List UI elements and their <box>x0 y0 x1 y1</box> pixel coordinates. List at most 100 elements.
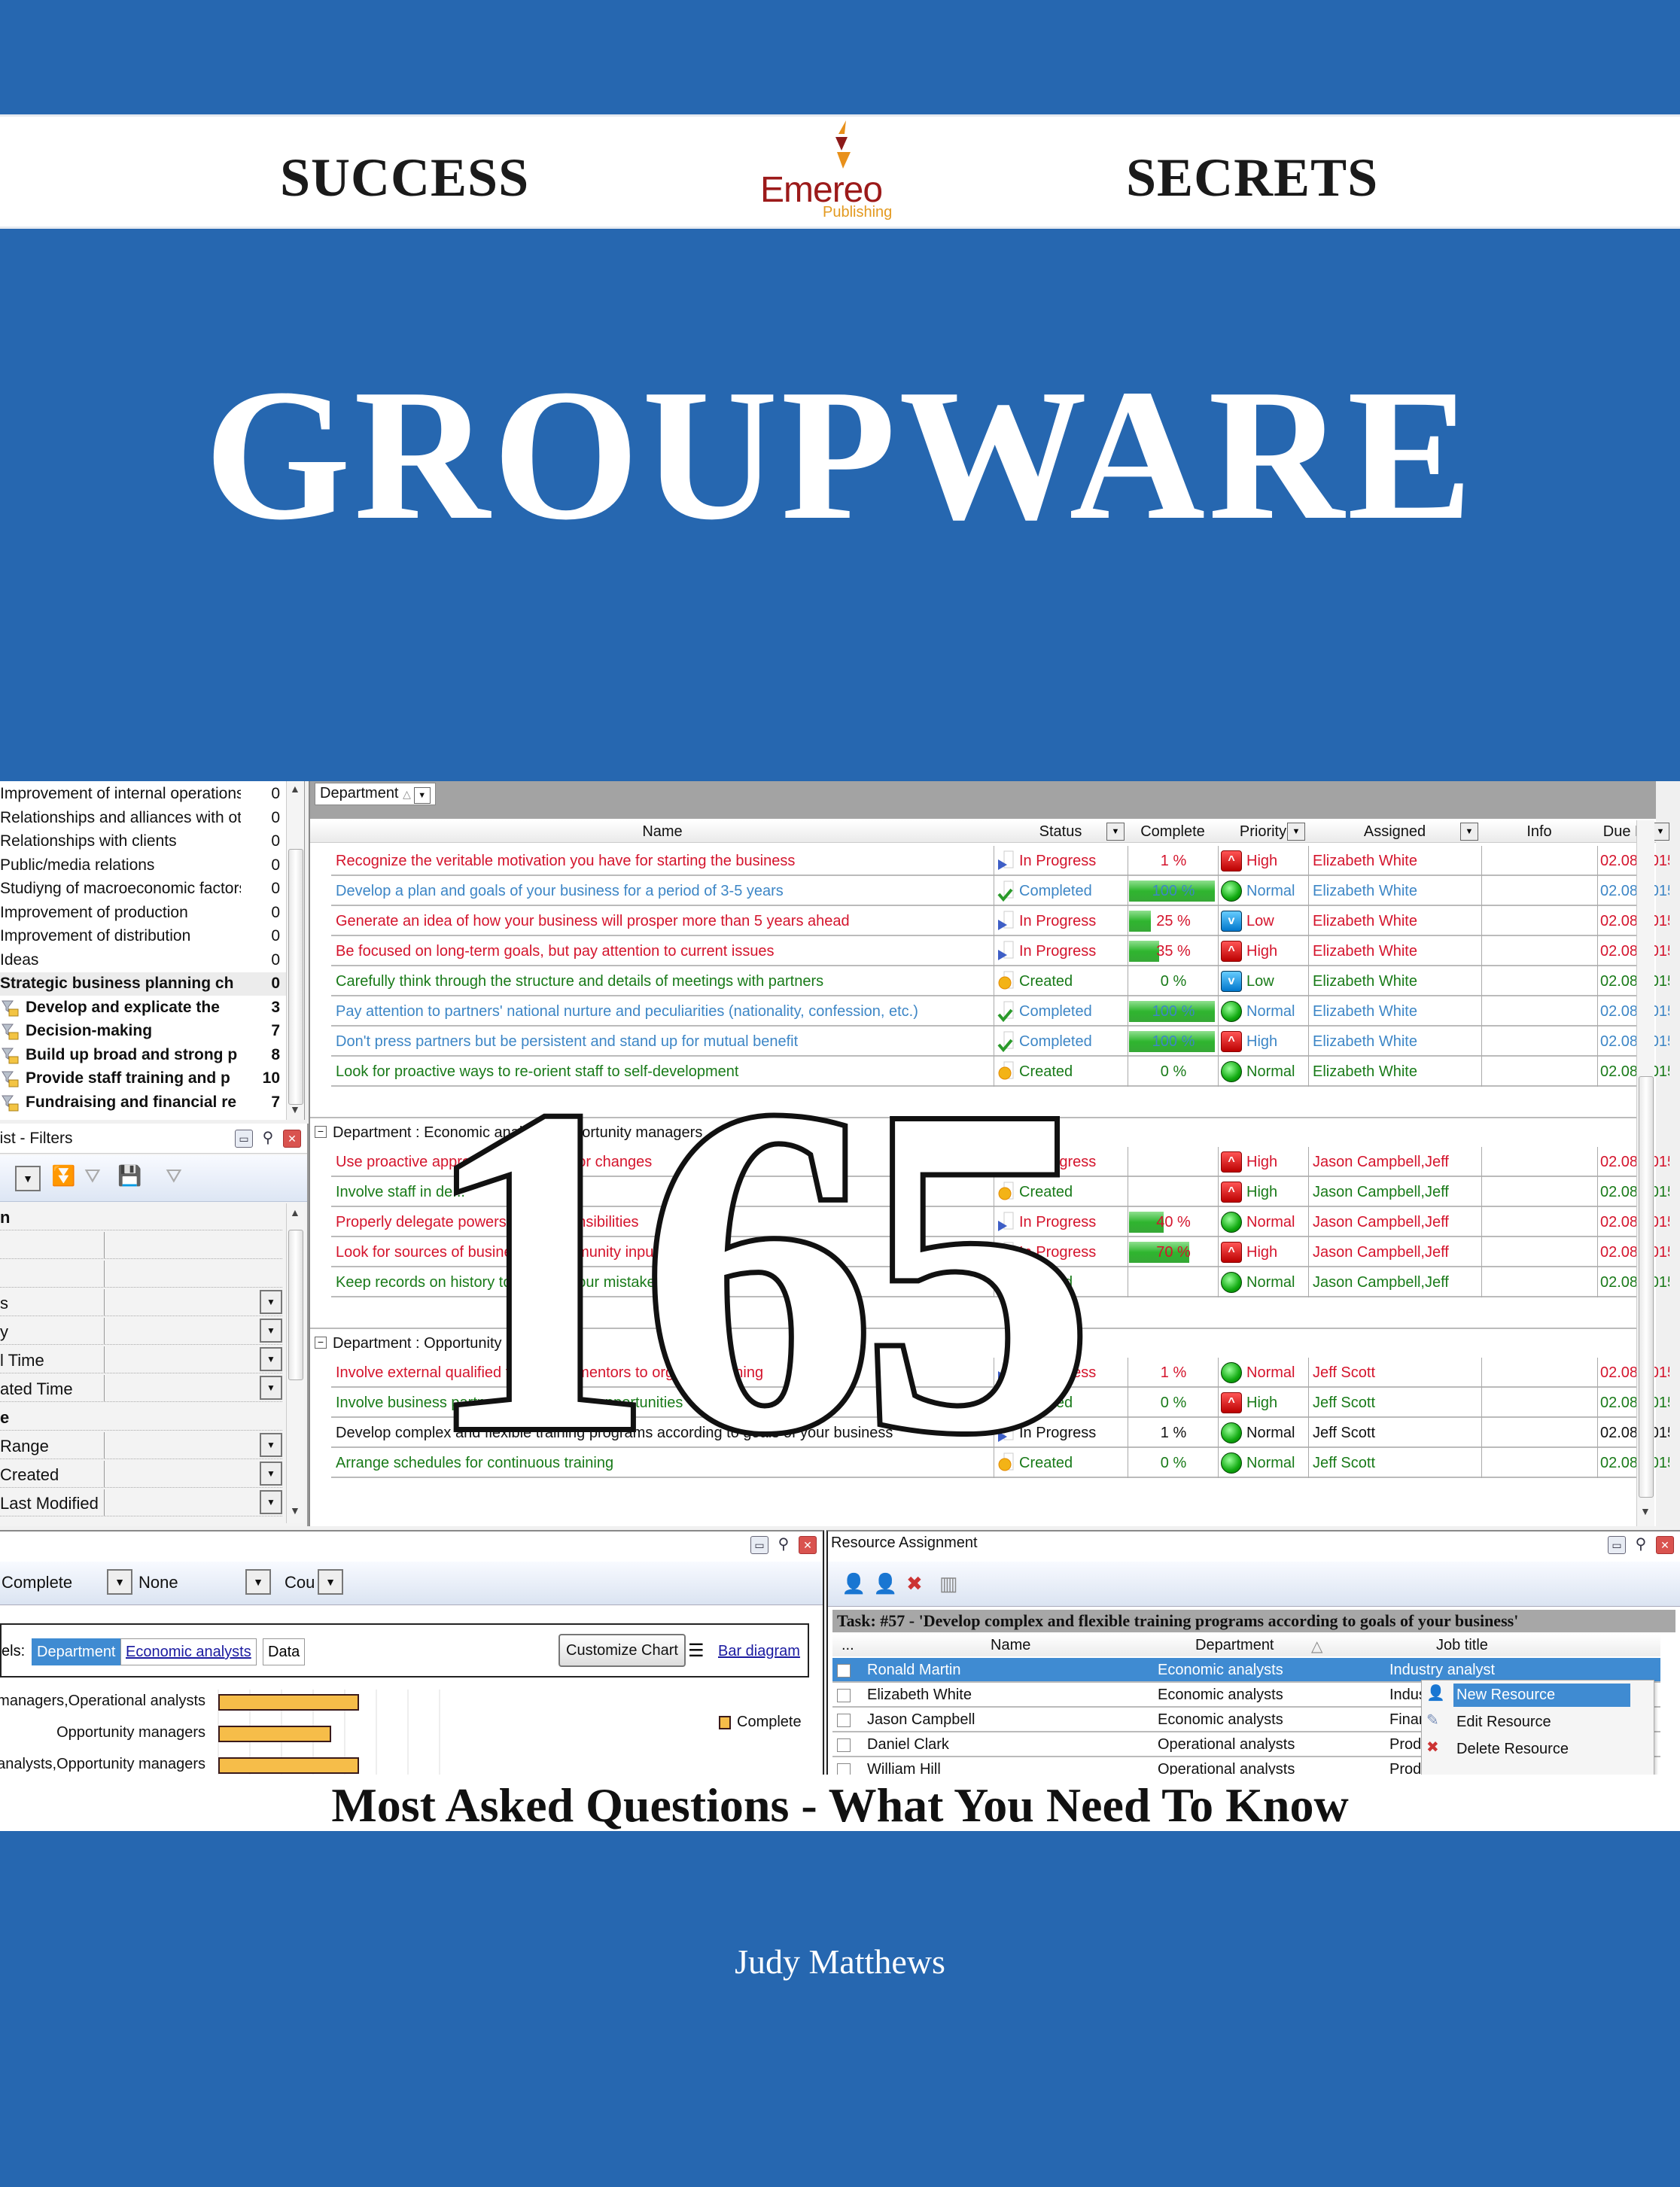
tree-item[interactable]: Relationships and alliances with othe 0 <box>0 807 286 830</box>
pin-icon[interactable]: ⚲ <box>1632 1536 1650 1554</box>
context-menu-item[interactable]: 👤 New Resource <box>1422 1681 1655 1709</box>
scroll-thumb[interactable] <box>288 849 303 1105</box>
task-row[interactable]: Carefully think through the structure an… <box>331 966 1669 996</box>
context-menu-item[interactable]: ✖ Delete Resource <box>1422 1735 1655 1763</box>
collapse-icon[interactable]: − <box>315 1126 327 1138</box>
col-department[interactable]: Department <box>1195 1637 1274 1654</box>
chip-economic-analysts[interactable]: Economic analysts <box>120 1638 257 1665</box>
tree-item[interactable]: Provide staff training and p 10 <box>0 1067 286 1090</box>
chevron-down-icon[interactable]: ▼ <box>260 1490 282 1514</box>
task-row[interactable]: Develop a plan and goals of your busines… <box>331 876 1669 906</box>
chevron-down-icon[interactable]: ▼ <box>260 1290 282 1314</box>
pin-icon[interactable]: ⚲ <box>259 1130 277 1148</box>
close-icon[interactable]: ✕ <box>283 1130 301 1148</box>
tree-item[interactable]: Strategic business planning ch 0 <box>0 972 286 996</box>
collapse-icon[interactable]: − <box>315 1337 327 1349</box>
chip-department[interactable]: Department <box>32 1638 121 1665</box>
group-chip-department[interactable]: Department △ ▼ <box>315 783 436 805</box>
chart-series-field[interactable]: None <box>138 1573 178 1592</box>
restore-icon[interactable]: ▭ <box>750 1536 768 1554</box>
chevron-down-icon[interactable]: ▼ <box>260 1462 282 1486</box>
tree-item[interactable]: Improvement of distribution 0 <box>0 925 286 948</box>
scroll-down-icon[interactable]: ▼ <box>1640 1505 1651 1517</box>
scroll-down-icon[interactable]: ▼ <box>290 1504 300 1516</box>
column-header-assigned[interactable]: Assigned <box>1308 823 1481 841</box>
chevron-down-icon[interactable]: ▼ <box>260 1319 282 1343</box>
chevron-down-icon[interactable]: ▼ <box>260 1433 282 1457</box>
close-icon[interactable]: ✕ <box>799 1536 817 1554</box>
filter-property-row[interactable]: Created ▼ <box>0 1461 282 1488</box>
grid-scrollbar[interactable]: ▼ <box>1636 820 1654 1526</box>
save-filter-icon[interactable]: 💾 <box>117 1164 142 1188</box>
tree-item[interactable]: Develop and explicate the 3 <box>0 996 286 1020</box>
task-row[interactable]: Be focused on long-term goals, but pay a… <box>331 936 1669 966</box>
chevron-down-icon[interactable]: ▼ <box>260 1376 282 1400</box>
column-filter-icon[interactable]: ▼ <box>1460 823 1478 841</box>
task-row[interactable]: Generate an idea of how your business wi… <box>331 906 1669 936</box>
filter-property-row[interactable] <box>0 1232 282 1259</box>
chart-value-field[interactable]: Complete <box>2 1573 72 1592</box>
filters-scrollbar[interactable]: ▲ ▼ <box>286 1203 304 1523</box>
filter-property-row[interactable]: y ▼ <box>0 1318 282 1345</box>
row-checkbox[interactable] <box>837 1714 851 1727</box>
tree-item[interactable]: Improvement of internal operations by 0 <box>0 783 286 806</box>
tree-item[interactable]: Studiyng of macroeconomic factors 0 <box>0 878 286 901</box>
tree-scrollbar[interactable]: ▲ ▼ <box>286 781 304 1120</box>
tree-item[interactable]: Ideas 0 <box>0 949 286 972</box>
tree-item[interactable]: Public/media relations 0 <box>0 854 286 878</box>
col-job-title[interactable]: Job title <box>1436 1637 1488 1654</box>
row-checkbox[interactable] <box>837 1738 851 1752</box>
tree-item[interactable]: Fundraising and financial re 7 <box>0 1091 286 1115</box>
filter-property-row[interactable]: s ▼ <box>0 1289 282 1316</box>
chevron-down-icon[interactable]: ▼ <box>413 787 431 804</box>
delete-resource-icon[interactable]: ✖ <box>906 1572 923 1595</box>
filter-dropdown-button[interactable]: ▼ <box>15 1166 41 1191</box>
close-icon[interactable]: ✕ <box>1656 1536 1674 1554</box>
edit-resource-icon[interactable]: 👤 <box>873 1572 897 1595</box>
priority-low-icon: v <box>1221 911 1242 932</box>
chip-data[interactable]: Data <box>263 1638 306 1665</box>
columns-icon[interactable]: ▥ <box>939 1572 958 1595</box>
col-select[interactable]: ... <box>842 1637 854 1654</box>
column-filter-icon[interactable]: ▼ <box>1287 823 1305 841</box>
filter-property-row[interactable]: Range ▼ <box>0 1432 282 1459</box>
scroll-thumb[interactable] <box>1639 1076 1654 1498</box>
column-filter-icon[interactable]: ▼ <box>1106 823 1125 841</box>
tree-item[interactable]: Decision-making 7 <box>0 1020 286 1043</box>
row-checkbox[interactable] <box>837 1689 851 1702</box>
restore-icon[interactable]: ▭ <box>235 1130 253 1148</box>
scroll-up-icon[interactable]: ▲ <box>290 1206 300 1218</box>
chevron-down-icon[interactable]: ▼ <box>318 1569 343 1595</box>
column-header-complete[interactable]: Complete <box>1128 823 1218 841</box>
tree-item[interactable]: Relationships with clients 0 <box>0 830 286 853</box>
task-row[interactable]: Recognize the veritable motivation you h… <box>331 846 1669 876</box>
tree-item[interactable]: Build up broad and strong p 8 <box>0 1044 286 1067</box>
context-menu-item[interactable]: ✎ Edit Resource <box>1422 1708 1655 1736</box>
restore-icon[interactable]: ▭ <box>1608 1536 1626 1554</box>
chart-aggregate-field[interactable]: Cou <box>285 1573 315 1592</box>
column-header-info[interactable]: Info <box>1481 823 1597 841</box>
row-checkbox[interactable] <box>837 1664 851 1678</box>
filter-property-row[interactable]: ated Time ▼ <box>0 1375 282 1402</box>
chevron-down-icon[interactable]: ▼ <box>107 1569 132 1595</box>
scroll-up-icon[interactable]: ▲ <box>290 783 300 795</box>
chevron-down-icon[interactable]: ▼ <box>245 1569 271 1595</box>
row-checkbox[interactable] <box>837 1763 851 1775</box>
add-resource-icon[interactable]: 👤 <box>842 1572 866 1595</box>
chevron-down-icon[interactable]: ▼ <box>260 1347 282 1371</box>
scroll-down-icon[interactable]: ▼ <box>290 1103 300 1115</box>
customize-chart-button[interactable]: Customize Chart <box>558 1634 686 1667</box>
tree-item[interactable]: Improvement of production 0 <box>0 902 286 925</box>
scroll-thumb[interactable] <box>288 1230 303 1380</box>
col-name[interactable]: Name <box>991 1637 1030 1654</box>
filter-property-row[interactable]: l Time ▼ <box>0 1346 282 1373</box>
filter-property-row[interactable] <box>0 1261 282 1288</box>
filter-property-row[interactable]: Last Modified ▼ <box>0 1489 282 1516</box>
edit-filter-icon[interactable]: ⛛ <box>84 1164 101 1188</box>
context-menu-item[interactable]: ⛛Delete all preset filters <box>1422 1769 1655 1775</box>
apply-filter-icon[interactable]: ⏬ <box>51 1164 75 1188</box>
pin-icon[interactable]: ⚲ <box>775 1536 793 1554</box>
column-header-name[interactable]: Name <box>331 823 994 841</box>
bar-diagram-link[interactable]: Bar diagram <box>718 1643 800 1660</box>
clear-filter-icon[interactable]: ⛛ <box>166 1164 182 1188</box>
